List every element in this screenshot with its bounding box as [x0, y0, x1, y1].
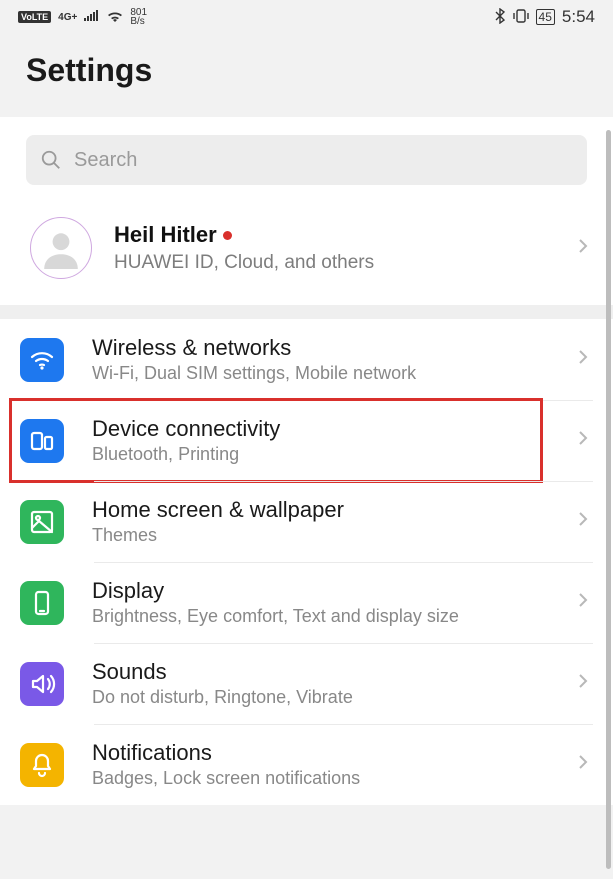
- network-indicator: 4G+: [58, 12, 77, 23]
- chevron-right-icon: [575, 349, 591, 370]
- notification-dot-icon: [223, 231, 232, 240]
- item-title: Display: [92, 578, 459, 604]
- account-name: Heil Hitler: [114, 222, 374, 248]
- scroll-indicator[interactable]: [606, 130, 611, 869]
- settings-item-bell[interactable]: NotificationsBadges, Lock screen notific…: [0, 724, 613, 805]
- vibrate-icon: [513, 9, 529, 26]
- volte-badge: VoLTE: [18, 11, 51, 23]
- clock: 5:54: [562, 7, 595, 27]
- display-icon: [20, 581, 64, 625]
- settings-list: Wireless & networksWi-Fi, Dual SIM setti…: [0, 319, 613, 805]
- sound-icon: [20, 662, 64, 706]
- item-subtitle: Brightness, Eye comfort, Text and displa…: [92, 606, 459, 627]
- section-gap: [0, 305, 613, 319]
- settings-item-devices[interactable]: Device connectivityBluetooth, Printing: [0, 400, 613, 481]
- account-row[interactable]: Heil Hitler HUAWEI ID, Cloud, and others: [0, 203, 613, 305]
- avatar: [30, 217, 92, 279]
- chevron-right-icon: [575, 754, 591, 775]
- item-subtitle: Themes: [92, 525, 344, 546]
- settings-item-sound[interactable]: SoundsDo not disturb, Ringtone, Vibrate: [0, 643, 613, 724]
- item-subtitle: Wi-Fi, Dual SIM settings, Mobile network: [92, 363, 416, 384]
- account-subtitle: HUAWEI ID, Cloud, and others: [114, 252, 374, 274]
- item-subtitle: Badges, Lock screen notifications: [92, 768, 360, 789]
- bell-icon: [20, 743, 64, 787]
- chevron-right-icon: [575, 511, 591, 532]
- item-title: Device connectivity: [92, 416, 280, 442]
- bluetooth-icon: [495, 8, 506, 27]
- search-icon: [40, 149, 62, 171]
- item-title: Sounds: [92, 659, 353, 685]
- item-subtitle: Do not disturb, Ringtone, Vibrate: [92, 687, 353, 708]
- page-title: Settings: [0, 34, 613, 117]
- signal-icon: [84, 10, 100, 25]
- settings-item-wifi[interactable]: Wireless & networksWi-Fi, Dual SIM setti…: [0, 319, 613, 400]
- chevron-right-icon: [575, 592, 591, 613]
- item-title: Notifications: [92, 740, 360, 766]
- chevron-right-icon: [575, 238, 591, 259]
- chevron-right-icon: [575, 673, 591, 694]
- wifi-icon: [107, 10, 123, 25]
- status-bar: VoLTE 4G+ 801B/s 45 5:54: [0, 0, 613, 34]
- search-placeholder: Search: [74, 149, 137, 172]
- item-title: Home screen & wallpaper: [92, 497, 344, 523]
- wifi-icon: [20, 338, 64, 382]
- chevron-right-icon: [575, 430, 591, 451]
- search-input[interactable]: Search: [26, 135, 587, 185]
- settings-item-wallpaper[interactable]: Home screen & wallpaperThemes: [0, 481, 613, 562]
- item-subtitle: Bluetooth, Printing: [92, 444, 280, 465]
- wallpaper-icon: [20, 500, 64, 544]
- network-speed: 801B/s: [130, 8, 147, 26]
- battery-indicator: 45: [536, 9, 555, 25]
- item-title: Wireless & networks: [92, 335, 416, 361]
- devices-icon: [20, 419, 64, 463]
- settings-item-display[interactable]: DisplayBrightness, Eye comfort, Text and…: [0, 562, 613, 643]
